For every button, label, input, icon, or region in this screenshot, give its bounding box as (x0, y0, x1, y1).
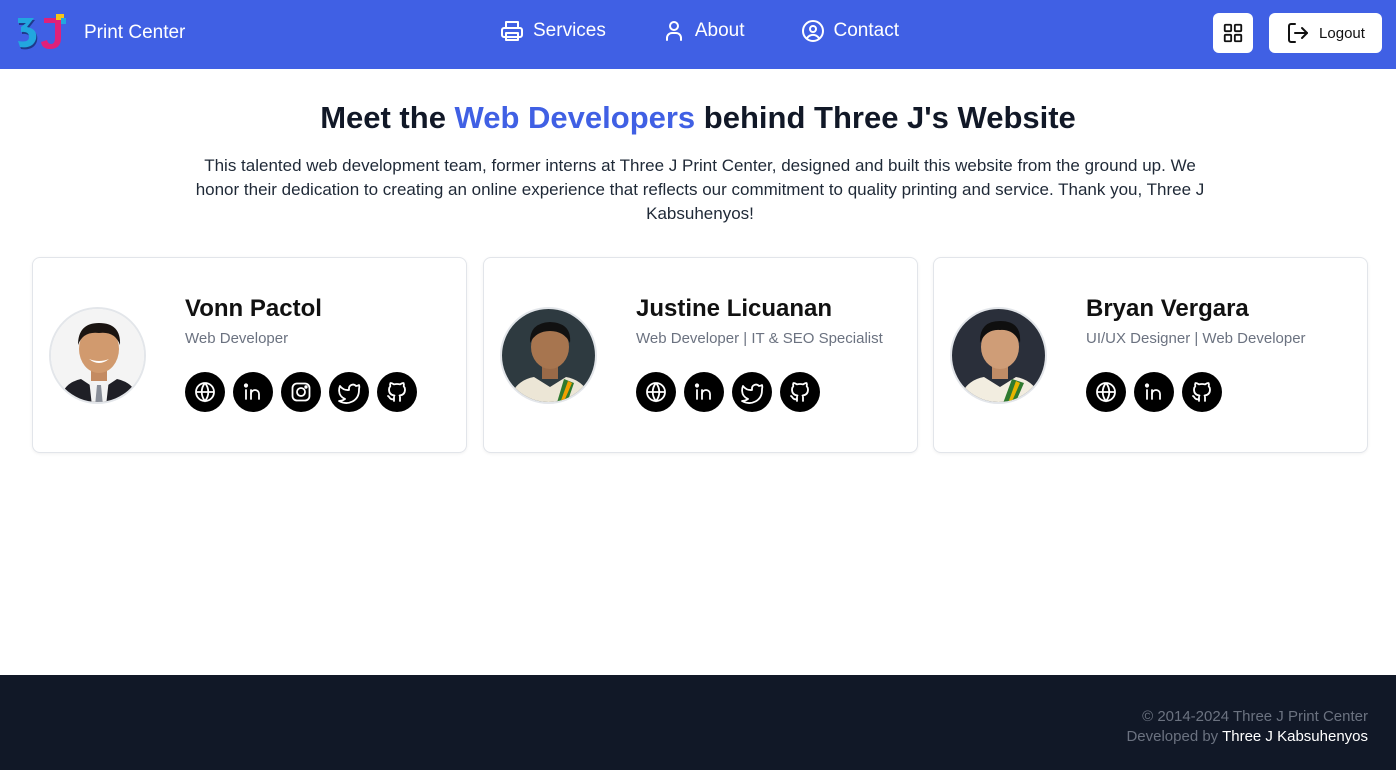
team-card: Bryan Vergara UI/UX Designer | Web Devel… (933, 257, 1368, 453)
member-name: Bryan Vergara (1086, 295, 1249, 322)
title-accent: Web Developers (454, 100, 696, 135)
logout-button[interactable]: Logout (1269, 13, 1382, 53)
avatar (950, 307, 1047, 404)
website-link[interactable] (1086, 372, 1126, 412)
intro-text: This talented web development team, form… (195, 156, 1205, 223)
title-post: behind Three J's Website (695, 100, 1076, 135)
member-role: Web Developer (185, 330, 289, 347)
brand-name: Print Center (84, 22, 186, 43)
linkedin-link[interactable] (233, 372, 273, 412)
github-icon (790, 382, 809, 402)
globe-icon (1096, 382, 1116, 403)
page-title: Meet the Web Developers behind Three J's… (0, 100, 1396, 136)
nav-contact-label: Contact (833, 20, 899, 41)
social-links (185, 372, 425, 412)
developed-by: Developed by Three J Kabsuhenyos (1126, 728, 1368, 745)
globe-icon (195, 382, 215, 403)
developer-team-name: Three J Kabsuhenyos (1222, 728, 1368, 745)
avatar (49, 307, 146, 404)
website-link[interactable] (636, 372, 676, 412)
instagram-link[interactable] (281, 372, 321, 412)
nav-services[interactable]: Services (500, 19, 606, 43)
printer-icon (501, 21, 523, 41)
linkedin-icon (1144, 383, 1161, 400)
brand[interactable]: Print Center (17, 14, 185, 52)
twitter-icon (741, 383, 764, 404)
footer: © 2014-2024 Three J Print Center Develop… (0, 675, 1396, 770)
twitter-link[interactable] (329, 372, 369, 412)
developed-prefix: Developed by (1126, 728, 1223, 745)
twitter-icon (338, 383, 361, 404)
nav-about[interactable]: About (662, 19, 745, 43)
avatar (500, 307, 597, 404)
three-j-logo (17, 14, 69, 52)
github-icon (387, 382, 406, 402)
github-link[interactable] (1182, 372, 1222, 412)
github-icon (1192, 382, 1211, 402)
member-role: Web Developer | IT & SEO Specialist (636, 330, 883, 347)
website-link[interactable] (185, 372, 225, 412)
nav-contact[interactable]: Contact (801, 19, 899, 43)
github-link[interactable] (780, 372, 820, 412)
navbar: Print Center Services About Contact Logo… (0, 0, 1396, 69)
dashboard-button[interactable] (1213, 13, 1253, 53)
nav-services-label: Services (533, 20, 606, 41)
copyright-text: © 2014-2024 Three J Print Center (1142, 708, 1368, 725)
nav-links: Services About Contact (500, 19, 899, 43)
nav-about-label: About (694, 20, 745, 41)
team-card: Vonn Pactol Web Developer (32, 257, 467, 453)
user-icon (665, 21, 682, 41)
member-role: UI/UX Designer | Web Developer (1086, 330, 1306, 347)
linkedin-icon (694, 383, 711, 400)
twitter-link[interactable] (732, 372, 772, 412)
linkedin-icon (243, 383, 260, 400)
linkedin-link[interactable] (1134, 372, 1174, 412)
instagram-icon (291, 382, 311, 402)
github-link[interactable] (377, 372, 417, 412)
member-name: Justine Licuanan (636, 295, 833, 322)
social-links (1086, 372, 1230, 412)
grid-icon (1223, 23, 1243, 43)
member-name: Vonn Pactol (185, 295, 322, 322)
logout-icon (1288, 23, 1309, 43)
title-pre: Meet the (320, 100, 455, 135)
logout-label: Logout (1319, 24, 1365, 42)
social-links (636, 372, 828, 412)
globe-icon (646, 382, 666, 403)
user-circle-icon (801, 20, 824, 42)
linkedin-link[interactable] (684, 372, 724, 412)
team-card: Justine Licuanan Web Developer | IT & SE… (483, 257, 918, 453)
